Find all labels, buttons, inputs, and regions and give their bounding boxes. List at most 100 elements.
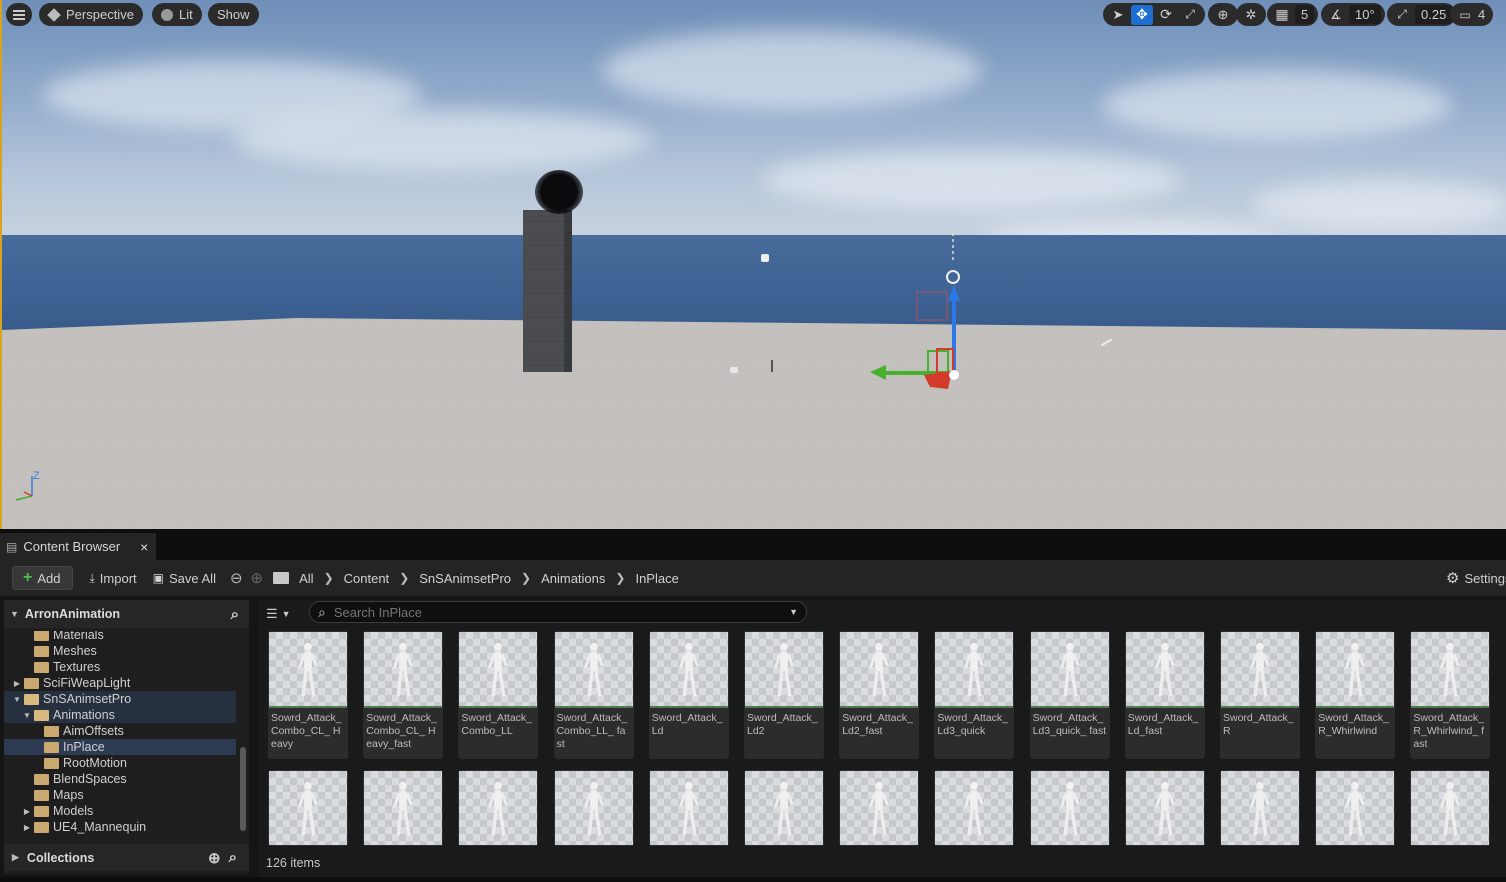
tree-item-models[interactable]: ▶ Models bbox=[4, 803, 236, 819]
tree-item-aimoffsets[interactable]: AimOffsets bbox=[4, 723, 236, 739]
chevron-right-icon[interactable]: ❯ bbox=[521, 571, 531, 585]
asset-tile[interactable]: Sword_Attack_ Ld2 bbox=[744, 631, 824, 759]
asset-tile[interactable] bbox=[839, 770, 920, 846]
lit-button[interactable]: Lit bbox=[152, 3, 202, 26]
show-button[interactable]: Show bbox=[208, 3, 259, 26]
tree-item-meshes[interactable]: Meshes bbox=[4, 643, 236, 659]
asset-tile[interactable] bbox=[744, 770, 824, 846]
select-tool-button[interactable]: ➤ bbox=[1107, 5, 1129, 25]
filter-button[interactable]: ☰ ▼ bbox=[266, 604, 302, 624]
asset-tile[interactable] bbox=[458, 770, 539, 846]
chevron-right-icon[interactable]: ❯ bbox=[399, 571, 409, 585]
chevron-down-icon[interactable]: ▼ bbox=[22, 711, 32, 720]
actor-marker-icon[interactable] bbox=[730, 367, 738, 373]
asset-label: Sword_Attack_ R_Whirlwind bbox=[1318, 712, 1389, 737]
tree-item-rootmotion[interactable]: RootMotion bbox=[4, 755, 236, 771]
asset-tile[interactable] bbox=[268, 770, 348, 846]
perspective-button[interactable]: Perspective bbox=[39, 3, 143, 26]
asset-tile[interactable]: Sword_Attack_ Ld2_fast bbox=[839, 631, 920, 759]
rotation-snap-toggle[interactable]: ∡ bbox=[1325, 5, 1347, 25]
add-collection-icon[interactable]: ⊕ bbox=[208, 849, 221, 867]
breadcrumb-item[interactable]: SnSAnimsetPro bbox=[419, 571, 511, 586]
asset-tile[interactable]: Sword_Attack_ R_Whirlwind bbox=[1315, 631, 1396, 759]
asset-tile[interactable]: Sword_Attack_ R_Whirlwind_ fast bbox=[1410, 631, 1491, 759]
tree-item-snsanimsetpro[interactable]: ▼ SnSAnimsetPro bbox=[4, 691, 236, 707]
asset-tile[interactable]: Sword_Attack_ Ld_fast bbox=[1124, 631, 1205, 759]
asset-search-box[interactable]: ⌕ ▼ bbox=[309, 601, 807, 623]
chevron-right-icon[interactable]: ❯ bbox=[615, 571, 625, 585]
scale-snap-toggle[interactable]: ⤢ bbox=[1391, 5, 1413, 25]
transform-gizmo[interactable] bbox=[862, 225, 972, 400]
add-button[interactable]: + Add bbox=[12, 566, 74, 590]
scale-snap-value[interactable]: 0.25 bbox=[1415, 5, 1453, 24]
asset-tile[interactable] bbox=[1220, 770, 1300, 846]
asset-tile[interactable]: Sword_Attack_ R bbox=[1220, 631, 1300, 759]
chevron-right-icon[interactable]: ▶ bbox=[12, 679, 22, 688]
tree-item-startercontent[interactable]: ▶StarterContent bbox=[4, 835, 236, 837]
tab-content-browser[interactable]: ▤ Content Browser × bbox=[0, 533, 156, 560]
grid-snap-value[interactable]: 5 bbox=[1295, 5, 1315, 24]
asset-tile[interactable] bbox=[1029, 770, 1110, 846]
chevron-right-icon[interactable]: ▶ bbox=[22, 823, 32, 832]
light-actor-icon[interactable] bbox=[761, 254, 769, 262]
asset-tile[interactable] bbox=[1410, 770, 1491, 846]
asset-tile[interactable]: Sword_Attack_ Combo_LL bbox=[458, 631, 539, 759]
asset-tile[interactable]: Sowrd_Attack_ Combo_CL_ Heavy_fast bbox=[363, 631, 444, 759]
collections-header[interactable]: ▶ Collections ⊕ ⌕ bbox=[4, 844, 249, 871]
import-button[interactable]: ⤓ Import bbox=[81, 566, 144, 590]
rotate-tool-button[interactable]: ⟳ bbox=[1155, 5, 1177, 25]
chevron-right-icon[interactable]: ▶ bbox=[12, 852, 19, 863]
tree-item-animations[interactable]: ▼ Animations bbox=[4, 707, 236, 723]
surface-snap-button[interactable]: ✲ bbox=[1240, 5, 1262, 25]
search-icon[interactable]: ⌕ bbox=[231, 606, 239, 623]
chevron-down-icon[interactable]: ▼ bbox=[10, 609, 19, 619]
asset-tile[interactable] bbox=[553, 770, 634, 846]
tree-item-inplace[interactable]: InPlace bbox=[4, 739, 236, 755]
search-icon[interactable]: ⌕ bbox=[229, 849, 237, 866]
asset-tile[interactable] bbox=[1124, 770, 1205, 846]
chevron-right-icon[interactable]: ❯ bbox=[324, 571, 334, 585]
tree-root-header[interactable]: ▼ ArronAnimation ⌕ bbox=[4, 600, 249, 628]
chevron-down-icon[interactable]: ▼ bbox=[12, 695, 22, 704]
asset-tile[interactable] bbox=[1315, 770, 1396, 846]
chevron-down-icon[interactable]: ▼ bbox=[789, 607, 798, 617]
scale-tool-button[interactable]: ⤢ bbox=[1179, 5, 1201, 25]
breadcrumb-item[interactable]: InPlace bbox=[635, 571, 678, 586]
asset-tile[interactable]: Sword_Attack_ Ld3_quick bbox=[934, 631, 1015, 759]
settings-button[interactable]: ⚙ Settings bbox=[1438, 566, 1506, 590]
asset-tile[interactable]: Sword_Attack_ Ld3_quick_ fast bbox=[1029, 631, 1110, 759]
save-all-button[interactable]: ▣ Save All bbox=[145, 566, 224, 590]
player-start-icon[interactable] bbox=[771, 360, 773, 372]
search-input[interactable] bbox=[333, 604, 782, 620]
breadcrumb-item[interactable]: Animations bbox=[541, 571, 605, 586]
camera-speed-button[interactable]: ▭ bbox=[1454, 5, 1476, 25]
tree-item-scifiweaplight[interactable]: ▶ SciFiWeapLight bbox=[4, 675, 236, 691]
smoke-effect[interactable] bbox=[535, 170, 583, 214]
tree-item-textures[interactable]: Textures bbox=[4, 659, 236, 675]
asset-tile[interactable] bbox=[648, 770, 729, 846]
world-space-button[interactable]: ⊕ bbox=[1212, 5, 1234, 25]
tree-scrollbar[interactable] bbox=[240, 747, 246, 831]
asset-tile[interactable]: Sword_Attack_ Combo_LL_ fast bbox=[553, 631, 634, 759]
level-viewport[interactable]: Z Perspective Lit Show ➤ ✥ ⟳ ⤢ ⊕ ✲ ▦ 5 ∡… bbox=[0, 0, 1506, 529]
close-tab-icon[interactable]: × bbox=[140, 539, 148, 555]
tree-item-maps[interactable]: Maps bbox=[4, 787, 236, 803]
asset-tile[interactable] bbox=[363, 770, 444, 846]
history-back-icon[interactable]: ⊖ bbox=[230, 569, 243, 587]
asset-tile[interactable]: Sword_Attack_ Ld bbox=[648, 631, 729, 759]
content-browser-icon: ▤ bbox=[6, 539, 18, 554]
asset-tile[interactable]: Sowrd_Attack_ Combo_CL_ Heavy bbox=[268, 631, 348, 759]
chevron-right-icon[interactable]: ▶ bbox=[22, 807, 32, 816]
tree-item-materials[interactable]: Materials bbox=[4, 631, 236, 643]
chimney-tower[interactable] bbox=[523, 210, 572, 372]
tree-item-blendspaces[interactable]: BlendSpaces bbox=[4, 771, 236, 787]
grid-snap-toggle[interactable]: ▦ bbox=[1271, 5, 1293, 25]
rotation-snap-value[interactable]: 10° bbox=[1349, 5, 1381, 24]
breadcrumb-item[interactable]: Content bbox=[344, 571, 390, 586]
history-forward-icon[interactable]: ⊕ bbox=[251, 569, 264, 587]
move-tool-button[interactable]: ✥ bbox=[1131, 4, 1153, 25]
viewport-menu-button[interactable] bbox=[6, 3, 32, 26]
tree-item-ue4-mannequin[interactable]: ▶ UE4_Mannequin bbox=[4, 819, 236, 835]
asset-tile[interactable] bbox=[934, 770, 1015, 846]
breadcrumb-item[interactable]: All bbox=[299, 571, 313, 586]
